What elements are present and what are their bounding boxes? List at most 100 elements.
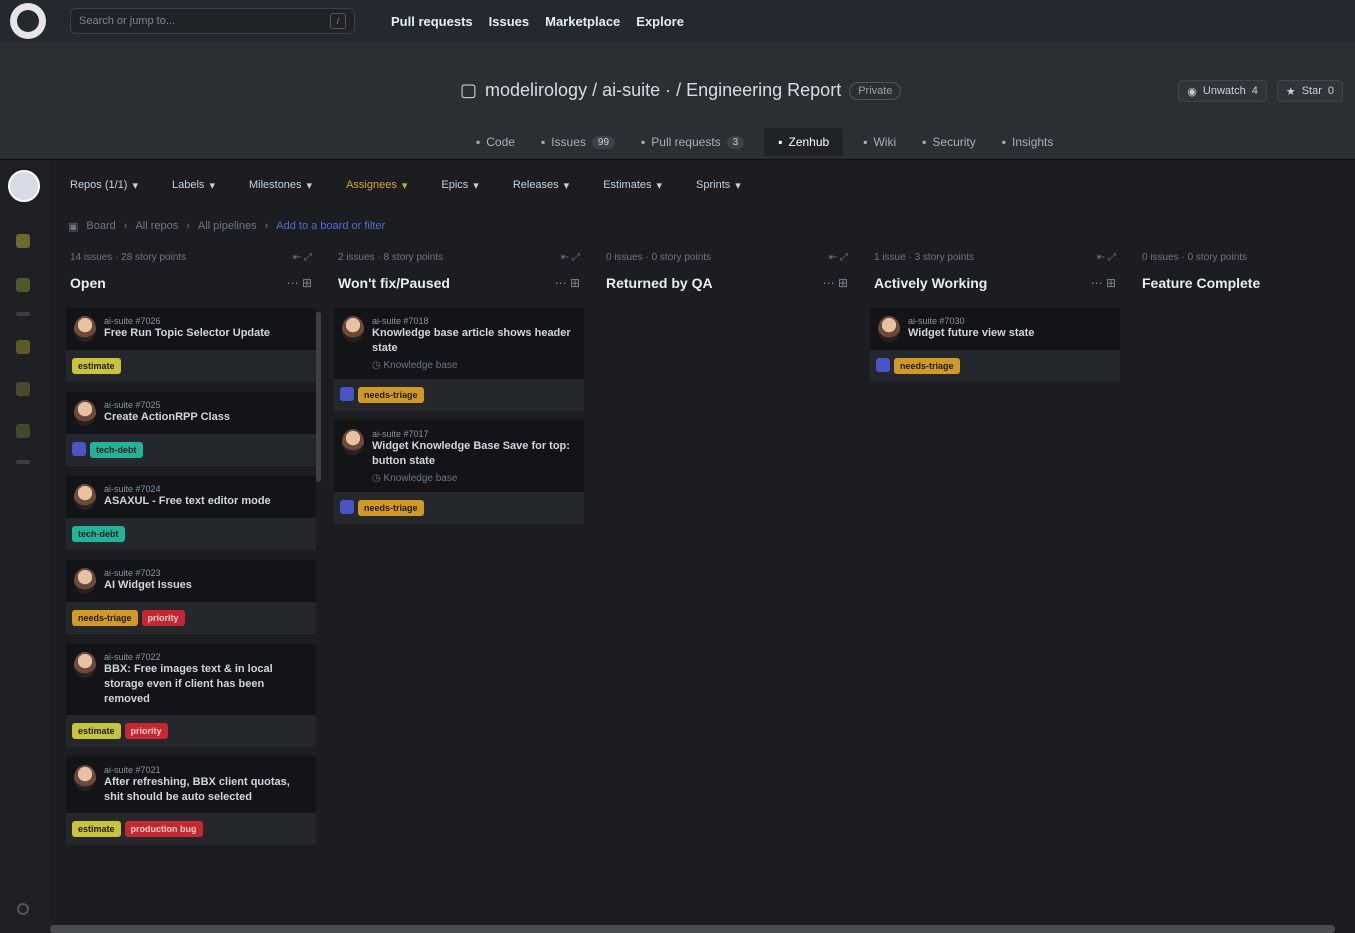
- breadcrumb-board[interactable]: Board: [86, 220, 115, 233]
- issue-title[interactable]: Create ActionRPP Class: [104, 410, 308, 425]
- issue-label[interactable]: estimate: [72, 723, 121, 739]
- tab-label: Security: [932, 135, 976, 149]
- column-menu-icon[interactable]: ⋯ ⊞: [555, 276, 580, 290]
- sprints-icon[interactable]: [16, 424, 30, 438]
- issue-card[interactable]: ai-suite #7023 AI Widget Issues: [66, 560, 316, 602]
- column-title[interactable]: Returned by QA: [606, 275, 713, 291]
- issue-card[interactable]: ai-suite #7025 Create ActionRPP Class: [66, 392, 316, 434]
- column-title[interactable]: Feature Complete: [1142, 275, 1260, 291]
- workspace-avatar[interactable]: [8, 170, 40, 202]
- pipeline-column: 0 issues · 0 story points ⇤ ⤢ Returned by …: [602, 252, 852, 920]
- issue-label[interactable]: production bug: [124, 821, 203, 837]
- issue-number: ai-suite #7021: [104, 765, 161, 775]
- issue-card[interactable]: ai-suite #7021 After refreshing, BBX clie…: [66, 757, 316, 813]
- column-title[interactable]: Actively Working: [874, 275, 987, 291]
- column-stats: 1 issue · 3 story points: [874, 252, 975, 263]
- reports-icon[interactable]: [16, 340, 30, 354]
- filter-repos[interactable]: Repos (1/1) ▾: [60, 172, 148, 198]
- issue-title[interactable]: Free Run Topic Selector Update: [104, 326, 308, 341]
- repo-tab-insights[interactable]: ▪ Insights: [996, 128, 1060, 156]
- issue-title[interactable]: AI Widget Issues: [104, 578, 308, 593]
- breadcrumb-pipelines[interactable]: All pipelines: [198, 220, 257, 233]
- filter-milestones[interactable]: Milestones ▾: [239, 172, 322, 198]
- issue-label[interactable]: needs-triage: [894, 358, 960, 374]
- issue-label[interactable]: tech-debt: [90, 442, 143, 458]
- issue-label[interactable]: estimate: [72, 358, 121, 374]
- issue-title[interactable]: BBX: Free images text & in local storage…: [104, 662, 308, 707]
- filter-bar: Repos (1/1) ▾ Labels ▾ Milestones ▾ Assignees ▾…: [60, 172, 751, 198]
- filter-releases[interactable]: Releases ▾: [503, 172, 579, 198]
- filter-labels[interactable]: Labels ▾: [162, 172, 225, 198]
- tab-icon: ▪: [1001, 135, 1007, 149]
- filter-estimates[interactable]: Estimates ▾: [593, 172, 672, 198]
- pipeline-column: 1 issue · 3 story points ⇤ ⤢ Actively Work…: [870, 252, 1120, 920]
- collapse-icon[interactable]: ⇤ ⤢: [561, 252, 580, 268]
- column-header: Actively Working ⋯ ⊞: [870, 268, 1120, 298]
- issue-title[interactable]: ASAXUL - Free text editor mode: [104, 494, 308, 509]
- filter-sprints[interactable]: Sprints ▾: [686, 172, 751, 198]
- issue-title[interactable]: Widget Knowledge Base Save for top: butt…: [372, 439, 576, 469]
- column-menu-icon[interactable]: ⋯ ⊞: [1091, 276, 1116, 290]
- help-icon[interactable]: [17, 903, 29, 915]
- issue-card[interactable]: ai-suite #7022 BBX: Free images text & in…: [66, 644, 316, 715]
- issue-label[interactable]: priority: [124, 723, 168, 739]
- breadcrumb-repos[interactable]: All repos: [135, 220, 178, 233]
- repo-tab-security[interactable]: ▪ Security: [916, 128, 982, 156]
- unwatch-button[interactable]: ◉ Unwatch 4: [1178, 80, 1267, 102]
- issue-label[interactable]: tech-debt: [72, 526, 125, 542]
- issue-label[interactable]: priority: [141, 610, 185, 626]
- issue-epic: ◷ Knowledge base: [372, 360, 458, 371]
- issue-label[interactable]: needs-triage: [358, 387, 424, 403]
- repo-title[interactable]: modelirology / ai-suite · / Engineering …: [485, 80, 841, 101]
- issue-label[interactable]: needs-triage: [358, 500, 424, 516]
- issue-card[interactable]: ai-suite #7017 Widget Knowledge Base Save…: [334, 421, 584, 492]
- collapse-icon[interactable]: ⇤ ⤢: [293, 252, 312, 268]
- nav-pull-requests[interactable]: Pull requests: [391, 14, 473, 29]
- column-scrollbar[interactable]: [316, 312, 321, 482]
- column-menu-icon[interactable]: ⋯ ⊞: [823, 276, 848, 290]
- nav-marketplace[interactable]: Marketplace: [545, 14, 620, 29]
- epics-icon[interactable]: [16, 382, 30, 396]
- issue-title[interactable]: Knowledge base article shows header stat…: [372, 326, 576, 356]
- issue-card[interactable]: ai-suite #7018 Knowledge base article sho…: [334, 308, 584, 379]
- tab-icon: ▪: [922, 135, 927, 149]
- repo-tab-wiki[interactable]: ▪ Wiki: [857, 128, 902, 156]
- issue-title[interactable]: After refreshing, BBX client quotas, shi…: [104, 775, 308, 805]
- filter-label: Sprints: [696, 179, 731, 191]
- issue-label[interactable]: needs-triage: [72, 610, 138, 626]
- roadmap-icon[interactable]: [16, 278, 30, 292]
- column-menu-icon[interactable]: ⋯ ⊞: [287, 276, 312, 290]
- issue-card[interactable]: ai-suite #7024 ASAXUL - Free text editor …: [66, 476, 316, 518]
- repo-tab-issues[interactable]: ▪ Issues 99: [535, 128, 621, 156]
- repo-tab-zenhub[interactable]: ▪ Zenhub: [764, 128, 844, 156]
- issue-label[interactable]: estimate: [72, 821, 121, 837]
- breadcrumb-current[interactable]: Add to a board or filter: [276, 220, 385, 233]
- star-count: 0: [1327, 85, 1334, 97]
- issue-card[interactable]: ai-suite #7026 Free Run Topic Selector Up…: [66, 308, 316, 350]
- board-icon[interactable]: [16, 234, 30, 248]
- column-header: Open ⋯ ⊞: [66, 268, 316, 298]
- search-input[interactable]: Search or jump to... /: [70, 8, 355, 34]
- issue-card[interactable]: ai-suite #7030 Widget future view state: [870, 308, 1120, 350]
- assignee-chip: [340, 387, 354, 401]
- avatar: [74, 568, 96, 594]
- repo-tab-code[interactable]: ▪ Code: [470, 128, 521, 156]
- github-logo-icon[interactable]: [10, 3, 46, 39]
- pipeline-column: 0 issues · 0 story points⇤ ⤢Feature Comp…: [1138, 252, 1355, 920]
- column-title[interactable]: Open: [70, 275, 106, 291]
- collapse-icon[interactable]: ⇤ ⤢: [1097, 252, 1116, 268]
- nav-explore[interactable]: Explore: [636, 14, 684, 29]
- tab-count: 99: [591, 135, 616, 149]
- column-stats: 0 issues · 0 story points: [606, 252, 712, 263]
- filter-assignees[interactable]: Assignees ▾: [336, 172, 417, 198]
- collapse-icon[interactable]: ⇤ ⤢: [829, 252, 848, 268]
- board-horizontal-scrollbar[interactable]: [50, 925, 1335, 933]
- issue-title[interactable]: Widget future view state: [908, 326, 1112, 341]
- column-title[interactable]: Won't fix/Paused: [338, 275, 450, 291]
- unwatch-label: Unwatch: [1202, 85, 1246, 97]
- filter-epics[interactable]: Epics ▾: [431, 172, 488, 198]
- nav-issues[interactable]: Issues: [489, 14, 529, 29]
- assignee-chip: [72, 442, 86, 456]
- repo-tab-pull-requests[interactable]: ▪ Pull requests 3: [635, 128, 750, 156]
- star-button[interactable]: ★ Star 0: [1276, 80, 1343, 102]
